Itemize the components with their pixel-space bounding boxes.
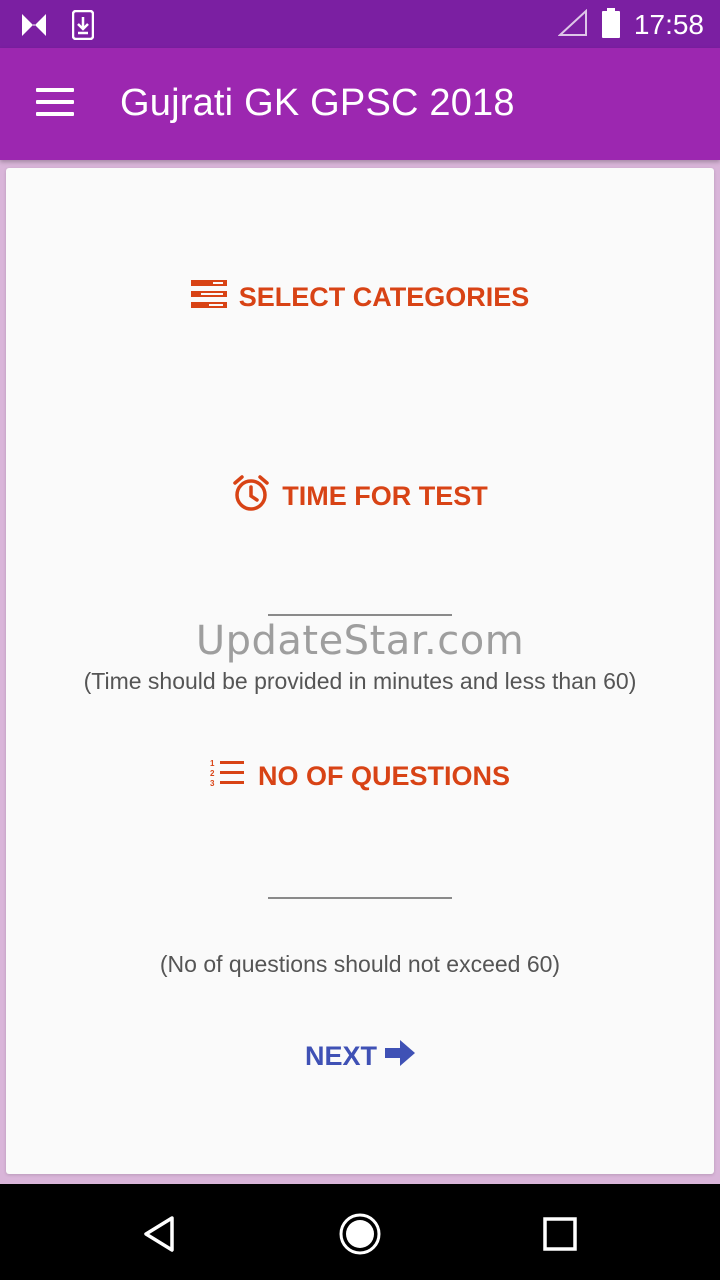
questions-hint: (No of questions should not exceed 60) [159,951,561,977]
app-bar: Gujrati GK GPSC 2018 [0,48,720,160]
navigation-bar [0,1184,720,1280]
test-setup-card: SELECT CATEGORIES TIME FOR TEST UpdateSt… [6,168,714,1174]
categories-list-icon [190,280,227,315]
next-button[interactable]: NEXT [6,1040,714,1073]
recents-icon[interactable] [538,1212,582,1256]
select-categories-button[interactable]: SELECT CATEGORIES [6,280,714,315]
back-icon[interactable] [138,1212,182,1256]
svg-text:3: 3 [210,779,215,788]
home-icon[interactable] [338,1212,382,1256]
no-of-questions-label: NO OF QUESTIONS [257,761,511,791]
app-title: Gujrati GK GPSC 2018 [120,82,515,124]
notification-n-icon [20,12,50,42]
hamburger-menu-icon[interactable] [36,88,76,118]
time-input[interactable] [268,582,452,616]
arrow-right-icon [385,1040,415,1073]
alarm-clock-icon [232,474,270,519]
status-bar: 17:58 [0,0,720,48]
numbered-list-icon: 1 2 3 [210,758,246,795]
time-for-test-label: TIME FOR TEST [282,481,488,511]
next-label: NEXT [304,1041,377,1071]
svg-text:1: 1 [210,759,215,768]
questions-input[interactable] [268,865,452,899]
svg-text:2: 2 [210,769,215,778]
status-time: 17:58 [633,9,704,40]
download-icon [71,9,95,44]
battery-icon [601,8,620,42]
no-of-questions-heading: 1 2 3 NO OF QUESTIONS [6,758,714,795]
time-for-test-heading: TIME FOR TEST [6,474,714,519]
select-categories-label: SELECT CATEGORIES [238,282,530,312]
watermark: UpdateStar.com [195,618,525,664]
signal-icon [557,8,588,41]
time-hint: (Time should be provided in minutes and … [83,668,637,694]
